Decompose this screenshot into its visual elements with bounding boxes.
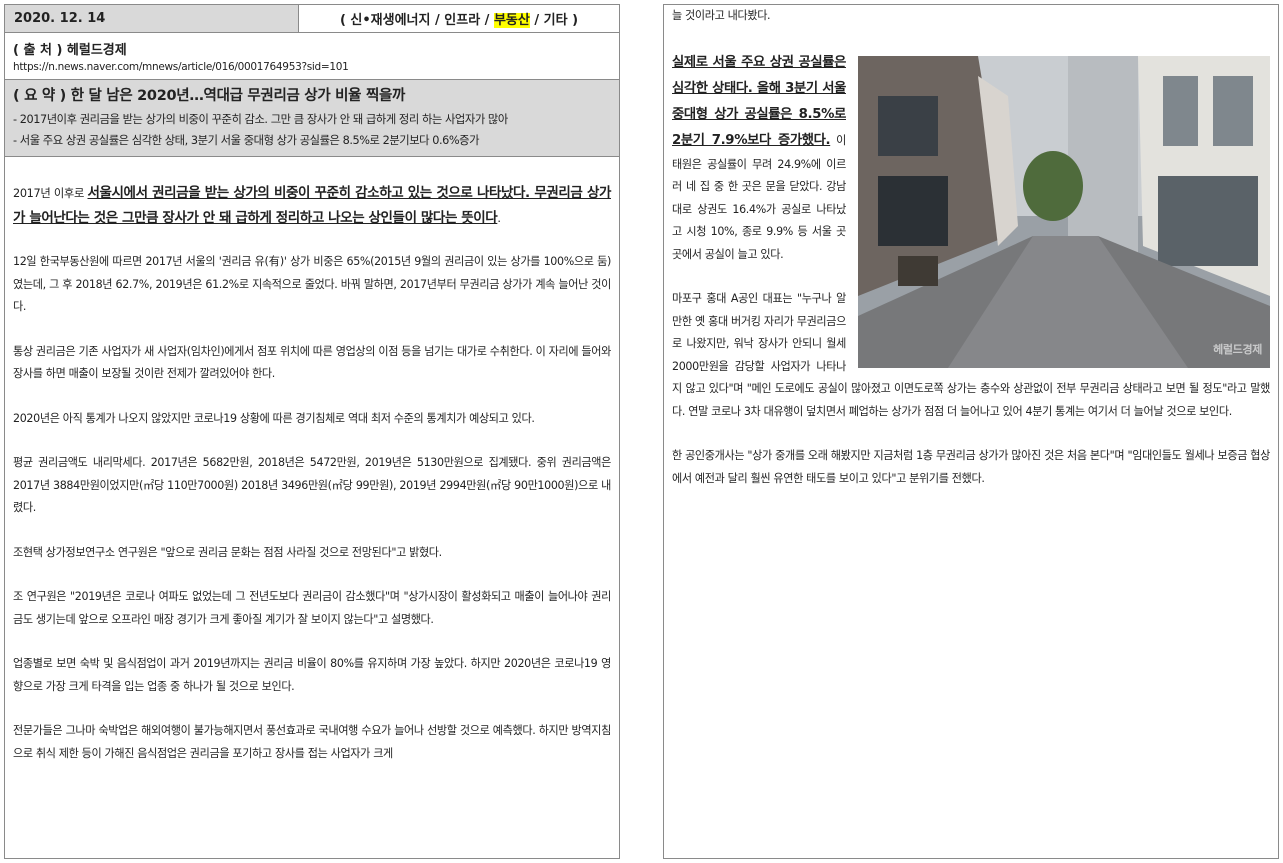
lead-prefix: 2017년 이후로 [13, 187, 88, 200]
header-row: 2020. 12. 14 ( 신•재생에너지 / 인프라 / 부동산 / 기타 … [5, 5, 619, 33]
paragraph-4: 평균 권리금액도 내리막세다. 2017년은 5682만원, 2018년은 54… [13, 456, 611, 514]
category-suffix: / 기타 ) [529, 13, 579, 28]
article-body-right: 늘 것이라고 내다봤다. 헤럴드경제 실제로 서울 주요 상권 공실률은 심각한… [664, 5, 1278, 490]
summary-line-1: - 2017년이후 권리금을 받는 상가의 비중이 꾸준히 감소. 그만 큼 장… [13, 113, 508, 126]
article-body-left: 2017년 이후로 서울시에서 권리금을 받는 상가의 비중이 꾸준히 감소하고… [5, 181, 619, 765]
vacancy-detail: 이태원은 공실률이 무려 24.9%에 이르러 네 집 중 한 곳은 문을 닫았… [672, 133, 846, 261]
paragraph-2: 통상 권리금은 기존 사업자가 새 사업자(임차인)에게서 점포 위치에 따른 … [13, 344, 611, 381]
street-photo: 헤럴드경제 [858, 55, 1270, 368]
source-title: ( 출 처 ) 헤럴드경제 [13, 43, 127, 58]
photo-watermark: 헤럴드경제 [1213, 343, 1262, 356]
paragraph-7: 업종별로 보면 숙박 및 음식점업이 과거 2019년까지는 권리금 비율이 8… [13, 657, 611, 693]
category-highlight: 부동산 [493, 13, 530, 28]
summary-title: ( 요 약 ) 한 달 남은 2020년…역대급 무권리금 상가 비율 찍을까 [13, 88, 406, 104]
left-column: 2020. 12. 14 ( 신•재생에너지 / 인프라 / 부동산 / 기타 … [4, 4, 620, 859]
source-url[interactable]: https://n.news.naver.com/mnews/article/0… [5, 61, 619, 80]
lead-bold: 서울시에서 권리금을 받는 상가의 비중이 꾸준히 감소하고 있는 것으로 나타… [13, 185, 611, 226]
vacancy-highlight: 실제로 서울 주요 상권 공실률은 심각한 상태다. 올해 3분기 서울 중대형… [672, 54, 846, 148]
paragraph-5: 조현택 상가정보연구소 연구원은 "앞으로 권리금 문화는 점점 사라질 것으로… [13, 545, 442, 559]
lead-suffix: . [497, 212, 501, 225]
paragraph-6: 조 연구원은 "2019년은 코로나 여파도 없었는데 그 전년도보다 권리금이… [13, 590, 611, 626]
paragraph-1: 12일 한국부동산원에 따르면 2017년 서울의 '권리금 유(有)' 상가 … [13, 255, 611, 313]
street-scene-image [858, 55, 1270, 368]
summary-box: ( 요 약 ) 한 달 남은 2020년…역대급 무권리금 상가 비율 찍을까 … [5, 80, 619, 157]
paragraph-8: 전문가들은 그나마 숙박업은 해외여행이 불가능해지면서 풍선효과로 국내여행 … [13, 724, 611, 760]
continued-text: 늘 것이라고 내다봤다. [672, 9, 771, 22]
paragraph-r3: 한 공인중개사는 "상가 중개를 오래 해봤지만 지금처럼 1층 무권리금 상가… [672, 449, 1270, 485]
lead-paragraph: 2017년 이후로 서울시에서 권리금을 받는 상가의 비중이 꾸준히 감소하고… [13, 181, 611, 231]
category-list: ( 신•재생에너지 / 인프라 / 부동산 / 기타 ) [299, 9, 619, 28]
right-column: 늘 것이라고 내다봤다. 헤럴드경제 실제로 서울 주요 상권 공실률은 심각한… [663, 4, 1279, 859]
paragraph-3: 2020년은 아직 통계가 나오지 않았지만 코로나19 상황에 따른 경기침체… [13, 411, 535, 425]
summary-line-2: - 서울 주요 상권 공실률은 심각한 상태, 3분기 서울 중대형 상가 공실… [13, 134, 480, 147]
date: 2020. 12. 14 [5, 5, 299, 32]
category-prefix: ( 신•재생에너지 / 인프라 / [339, 13, 494, 28]
